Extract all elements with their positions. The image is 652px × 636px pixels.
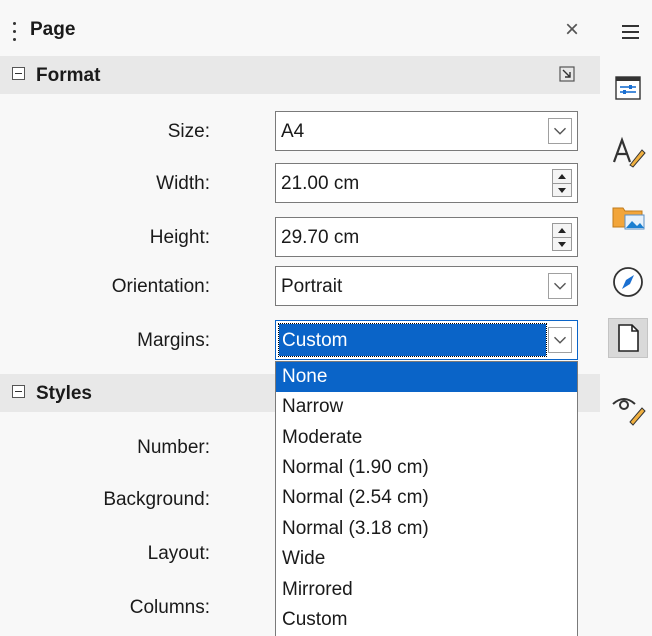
list-item[interactable]: Wide xyxy=(276,544,577,574)
list-item[interactable]: Normal (3.18 cm) xyxy=(276,514,577,544)
size-dropdown[interactable]: A4 xyxy=(275,111,578,151)
orientation-label: Orientation: xyxy=(111,276,210,297)
background-label: Background: xyxy=(103,489,210,510)
height-spinbox[interactable]: 29.70 cm xyxy=(275,217,578,257)
styles-section-title: Styles xyxy=(36,383,92,404)
orientation-value: Portrait xyxy=(281,276,343,297)
page-icon xyxy=(618,324,639,352)
menu-icon[interactable] xyxy=(622,25,639,39)
deck-title: Page xyxy=(30,19,76,40)
size-value: A4 xyxy=(281,121,305,142)
number-label: Number: xyxy=(137,437,210,458)
page-deck: Page × Format Size: A4 Width: 21.00 cm H… xyxy=(0,0,600,636)
chevron-down-icon[interactable] xyxy=(548,327,572,353)
list-item[interactable]: Normal (1.90 cm) xyxy=(276,453,577,483)
margins-value: Custom xyxy=(282,330,348,351)
margins-dropdown-list[interactable]: None Narrow Moderate Normal (1.90 cm) No… xyxy=(275,361,578,636)
navigator-icon[interactable] xyxy=(608,262,648,302)
list-item[interactable]: Narrow xyxy=(276,392,577,422)
styles-icon[interactable] xyxy=(608,132,648,172)
height-label: Height: xyxy=(149,227,210,248)
margins-label: Margins: xyxy=(137,330,210,351)
sidebar-tabbar xyxy=(600,0,652,636)
format-section-title: Format xyxy=(36,65,101,86)
list-item[interactable]: Moderate xyxy=(276,423,577,453)
width-spinbox[interactable]: 21.00 cm xyxy=(275,163,578,203)
columns-label: Columns: xyxy=(129,597,210,618)
deck-titlebar: Page × xyxy=(0,0,600,56)
collapse-icon[interactable] xyxy=(12,67,25,80)
layout-label: Layout: xyxy=(147,543,210,564)
chevron-down-icon[interactable] xyxy=(548,118,572,144)
format-section-header[interactable]: Format xyxy=(0,56,600,94)
size-label: Size: xyxy=(167,121,210,142)
list-item[interactable]: None xyxy=(276,362,577,392)
grip-icon[interactable] xyxy=(13,22,17,44)
list-item[interactable]: Normal (2.54 cm) xyxy=(276,483,577,513)
close-icon[interactable]: × xyxy=(565,18,579,42)
tab-page[interactable] xyxy=(608,318,648,358)
chevron-down-icon[interactable] xyxy=(548,273,572,299)
list-item[interactable]: Mirrored xyxy=(276,575,577,605)
more-options-icon[interactable] xyxy=(559,66,575,82)
margins-dropdown[interactable]: Custom xyxy=(275,320,578,360)
width-value: 21.00 cm xyxy=(281,173,360,194)
list-item[interactable]: Custom xyxy=(276,605,577,635)
spin-buttons-icon[interactable] xyxy=(552,169,572,197)
properties-icon[interactable] xyxy=(608,68,648,108)
width-label: Width: xyxy=(156,173,210,194)
gallery-icon[interactable] xyxy=(608,196,648,236)
collapse-icon[interactable] xyxy=(12,385,25,398)
height-value: 29.70 cm xyxy=(281,227,360,248)
spin-buttons-icon[interactable] xyxy=(552,223,572,251)
orientation-dropdown[interactable]: Portrait xyxy=(275,266,578,306)
manage-changes-icon[interactable] xyxy=(608,388,648,428)
